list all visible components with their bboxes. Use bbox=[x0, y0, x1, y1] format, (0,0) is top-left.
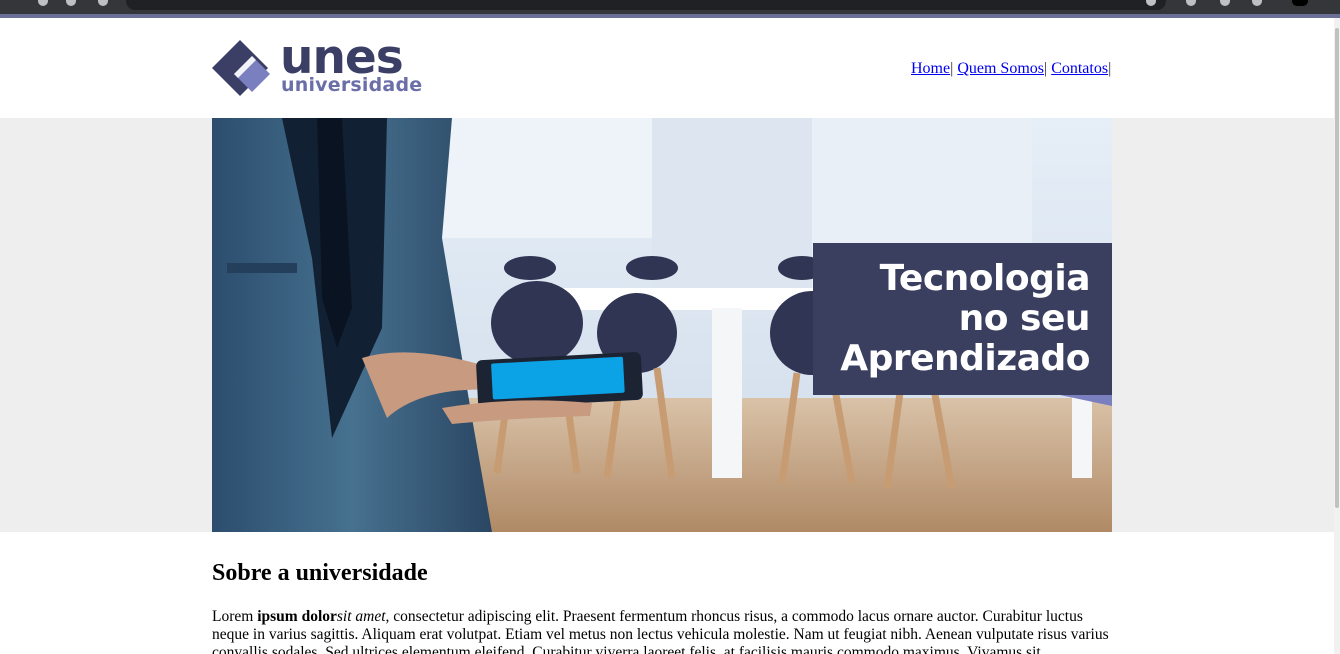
vertical-scrollbar[interactable] bbox=[1334, 18, 1340, 654]
tagline-line-1: Tecnologia bbox=[879, 258, 1091, 299]
about-text-italic: sit amet bbox=[336, 608, 386, 625]
forward-icon[interactable] bbox=[38, 0, 48, 6]
browser-toolbar bbox=[0, 0, 1340, 14]
nav-link-home[interactable]: Home bbox=[911, 60, 950, 77]
nav-separator: | bbox=[1043, 60, 1048, 77]
scrollbar-thumb[interactable] bbox=[1335, 28, 1339, 508]
extension-icon[interactable] bbox=[1220, 0, 1230, 6]
about-text-start: Lorem bbox=[212, 608, 258, 625]
logo-word-universidade: universidade bbox=[281, 74, 423, 96]
nav-link-contatos[interactable]: Contatos bbox=[1051, 60, 1108, 77]
tagline-line-3: Aprendizado bbox=[840, 338, 1090, 379]
unes-logo[interactable]: unes universidade bbox=[212, 30, 432, 100]
reload-icon[interactable] bbox=[66, 0, 76, 6]
nav-separator: | bbox=[950, 60, 954, 77]
home-icon[interactable] bbox=[98, 0, 108, 6]
nav-link-quem-somos[interactable]: Quem Somos bbox=[957, 60, 1044, 77]
profile-avatar-icon[interactable] bbox=[1292, 0, 1308, 6]
extension-icon[interactable] bbox=[1186, 0, 1196, 6]
banner-tagline-box: Tecnologia no seu Aprendizado bbox=[813, 243, 1112, 395]
site-header: unes universidade Home| Quem Somos| Cont… bbox=[0, 18, 1334, 118]
extension-icon[interactable] bbox=[1252, 0, 1262, 6]
about-title: Sobre a universidade bbox=[212, 560, 428, 586]
tagline-accent-shape bbox=[1060, 395, 1112, 406]
main-nav: Home| Quem Somos| Contatos| bbox=[911, 60, 1111, 78]
about-paragraph: Lorem ipsum dolorsit amet, consectetur a… bbox=[212, 608, 1112, 654]
tagline-line-2: no seu bbox=[958, 298, 1091, 339]
about-text-bold: ipsum dolor bbox=[257, 608, 337, 625]
about-section: Sobre a universidade Lorem ipsum dolorsi… bbox=[212, 556, 1112, 654]
logo-diamond-icon bbox=[212, 40, 270, 96]
address-bar[interactable] bbox=[126, 0, 1166, 10]
nav-separator: | bbox=[1108, 60, 1112, 77]
